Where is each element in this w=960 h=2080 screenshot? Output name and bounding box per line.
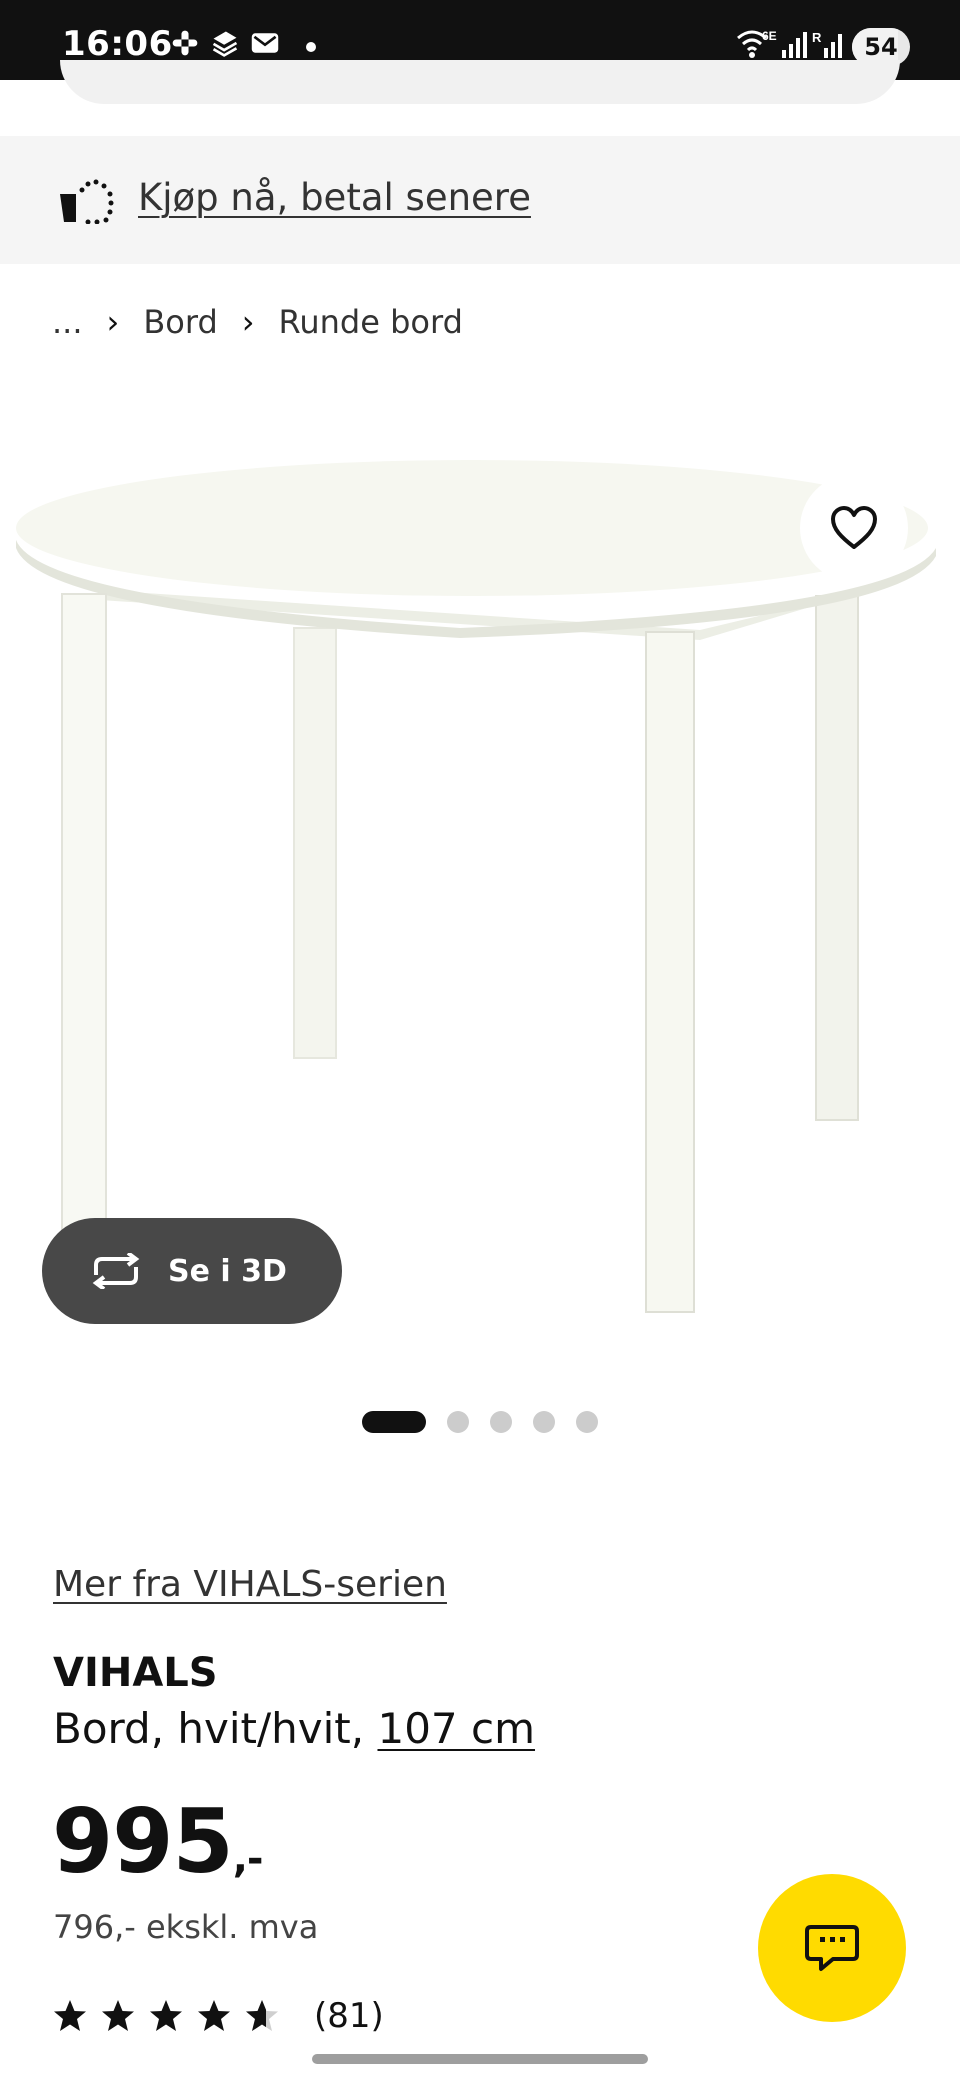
more-notifications-dot	[306, 42, 316, 52]
view-in-3d-label: Se i 3D	[168, 1253, 287, 1289]
star-full-icon	[198, 2000, 230, 2031]
series-link[interactable]: Mer fra VIHALS-serien	[53, 1564, 447, 1605]
chevron-right-icon: ›	[241, 303, 255, 341]
favourite-button[interactable]	[800, 474, 908, 582]
slack-icon	[172, 30, 198, 56]
size-link[interactable]: 107 cm	[377, 1704, 535, 1753]
image-carousel-dots	[362, 1410, 619, 1434]
star-full-icon	[54, 2000, 86, 2031]
star-full-icon	[102, 2000, 134, 2031]
breadcrumb-item-bord[interactable]: Bord	[143, 303, 217, 341]
product-rating[interactable]: (81)	[52, 1992, 384, 2040]
wifi-icon: 6E	[737, 29, 777, 58]
product-price: 995,-	[52, 1790, 263, 1893]
chat-button[interactable]	[758, 1874, 906, 2022]
carousel-dot-1[interactable]	[362, 1411, 426, 1433]
carousel-dot-3[interactable]	[490, 1411, 512, 1433]
breadcrumb-ellipsis[interactable]: ...	[52, 303, 83, 341]
svg-text:6E: 6E	[762, 29, 777, 43]
carousel-dot-4[interactable]	[533, 1411, 555, 1433]
breadcrumb: ... › Bord › Runde bord	[52, 300, 463, 344]
search-bar[interactable]	[60, 60, 900, 104]
mail-icon	[251, 33, 279, 53]
price-suffix: ,-	[232, 1836, 264, 1882]
signal-icon	[782, 32, 807, 58]
price-main: 995	[52, 1790, 234, 1893]
rotate-arrows-icon	[92, 1253, 140, 1289]
product-description: Bord, hvit/hvit, 107 cm	[53, 1704, 535, 1753]
battery-level: 54	[864, 33, 898, 61]
view-in-3d-button[interactable]: Se i 3D	[42, 1218, 342, 1324]
home-gesture-bar[interactable]	[312, 2054, 648, 2064]
signal-roaming-icon: R	[812, 30, 842, 58]
breadcrumb-item-runde-bord[interactable]: Runde bord	[279, 303, 463, 341]
carousel-dot-2[interactable]	[447, 1411, 469, 1433]
chat-bubble-icon	[805, 1925, 859, 1971]
layers-app-icon	[212, 31, 238, 57]
buy-now-pay-later-link[interactable]: Kjøp nå, betal senere	[138, 176, 531, 219]
status-time: 16:06	[62, 24, 173, 64]
price-excl-vat: 796,- ekskl. mva	[53, 1908, 319, 1946]
rating-count: (81)	[314, 1996, 384, 2036]
product-description-text: Bord, hvit/hvit,	[53, 1704, 378, 1753]
star-partial-icon	[246, 2000, 278, 2031]
carousel-dot-5[interactable]	[576, 1411, 598, 1433]
chevron-right-icon: ›	[106, 303, 120, 341]
svg-text:R: R	[812, 30, 822, 45]
star-full-icon	[150, 2000, 182, 2031]
product-name: VIHALS	[53, 1650, 218, 1696]
heart-outline-icon	[831, 506, 877, 549]
installment-payment-icon	[60, 179, 114, 224]
